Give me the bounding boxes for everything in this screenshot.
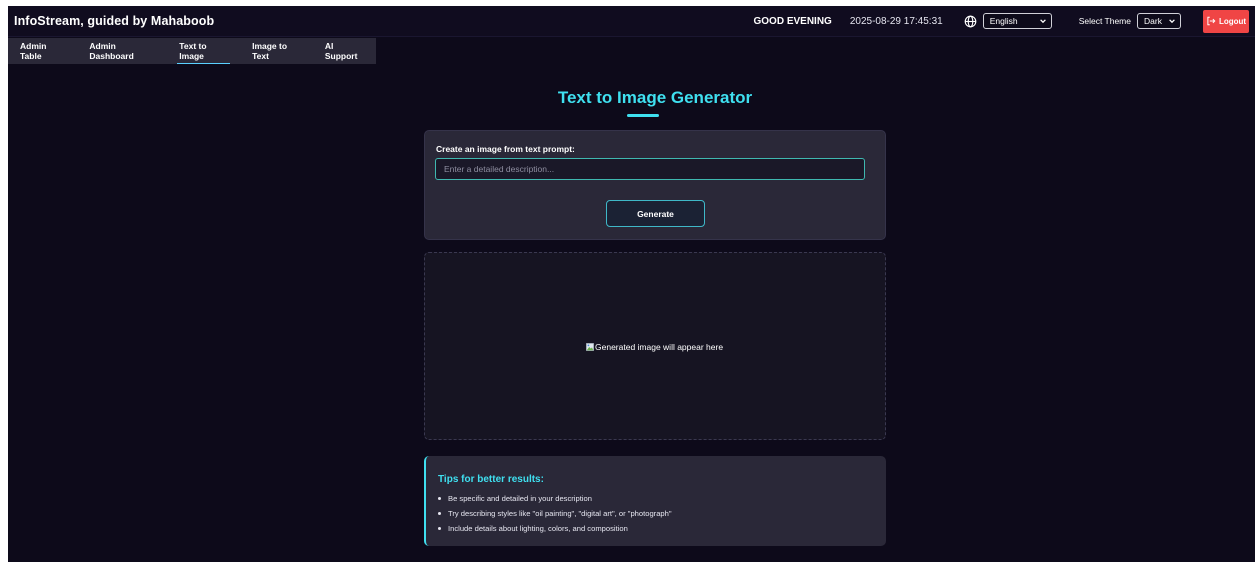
list-item: Be specific and detailed in your descrip… [438, 491, 672, 506]
language-select[interactable]: English [982, 13, 1052, 29]
main-nav: Admin Table Admin Dashboard Text to Imag… [8, 38, 376, 64]
preview-alt-text: Generated image will appear here [595, 342, 724, 352]
language-select-value: English [989, 16, 1018, 26]
theme-select-label: Select Theme [1078, 16, 1131, 26]
title-underline [627, 114, 659, 117]
logout-label: Logout [1218, 16, 1247, 26]
brand-title: InfoStream, guided by Mahaboob [14, 14, 215, 28]
prompt-label: Create an image from text prompt: [436, 144, 575, 154]
logout-button[interactable]: Logout [1203, 9, 1249, 33]
header-controls: GOOD EVENING 2025-08-29 17:45:31 English… [753, 9, 1249, 33]
tips-card: Tips for better results: Be specific and… [424, 456, 886, 546]
prompt-card: Create an image from text prompt: Genera… [424, 130, 886, 240]
preview-placeholder: Generated image will appear here [586, 342, 723, 352]
nav-tab-admin-table[interactable]: Admin Table [8, 38, 77, 64]
broken-image-icon [586, 343, 594, 351]
nav-tab-text-to-image[interactable]: Text to Image [167, 38, 240, 64]
chevron-down-icon [1168, 17, 1176, 25]
theme-select-value: Dark [1144, 16, 1162, 26]
theme-select[interactable]: Dark [1137, 13, 1181, 29]
app-window: InfoStream, guided by Mahaboob GOOD EVEN… [8, 6, 1255, 562]
list-item: Include details about lighting, colors, … [438, 521, 672, 536]
globe-icon [964, 15, 977, 28]
top-header: InfoStream, guided by Mahaboob GOOD EVEN… [8, 6, 1255, 37]
current-datetime: 2025-08-29 17:45:31 [849, 15, 943, 27]
chevron-down-icon [1039, 17, 1047, 25]
tips-list: Be specific and detailed in your descrip… [438, 491, 672, 536]
nav-tab-admin-dashboard[interactable]: Admin Dashboard [77, 38, 167, 64]
nav-tab-ai-support[interactable]: AI Support [313, 38, 376, 64]
generate-button[interactable]: Generate [606, 200, 705, 227]
prompt-input[interactable] [435, 158, 865, 180]
tips-title: Tips for better results: [438, 474, 544, 485]
page-title: Text to Image Generator [557, 88, 753, 107]
greeting-text: GOOD EVENING [753, 15, 832, 27]
list-item: Try describing styles like "oil painting… [438, 506, 672, 521]
nav-tab-image-to-text[interactable]: Image to Text [240, 38, 313, 64]
image-preview-area: Generated image will appear here [424, 252, 886, 440]
logout-icon [1206, 16, 1219, 26]
